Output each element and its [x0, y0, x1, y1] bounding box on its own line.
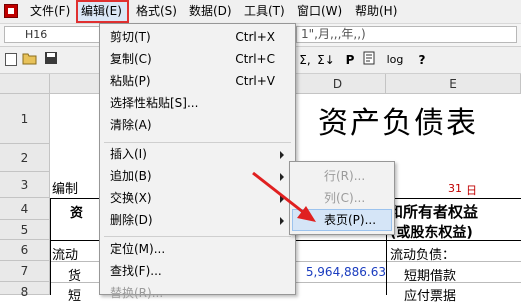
cell-r7-right: 短期借款: [404, 269, 457, 284]
submenu-item-sheet-page[interactable]: 表页(P)...: [292, 209, 392, 231]
submenu-item-column[interactable]: 列(C)...: [292, 187, 392, 209]
cell-r7-left: 货: [68, 269, 82, 284]
menu-item-replace[interactable]: 替换(R)...: [100, 282, 295, 304]
cell-r4-left: 资: [70, 206, 84, 221]
column-header-e[interactable]: E: [386, 74, 521, 94]
select-all-corner[interactable]: [0, 74, 50, 94]
row-header-7[interactable]: 7: [0, 261, 50, 282]
edit-menu-dropdown: 剪切(T) Ctrl+X 复制(C) Ctrl+C 粘贴(P) Ctrl+V 选…: [99, 23, 296, 300]
submenu-item-row[interactable]: 行(R)...: [292, 165, 392, 187]
cell-r6-left: 流动: [52, 248, 79, 263]
save-icon[interactable]: [43, 51, 59, 69]
menu-item-copy[interactable]: 复制(C) Ctrl+C: [100, 48, 295, 70]
menu-separator: [104, 236, 291, 237]
row-header-3[interactable]: 3: [0, 172, 50, 198]
submenu-arrow-icon: [280, 195, 284, 203]
menu-item-cut[interactable]: 剪切(T) Ctrl+X: [100, 26, 295, 48]
table-column-rule: [50, 198, 51, 295]
report-title: 资产负债表: [318, 106, 478, 141]
column-header-d[interactable]: D: [290, 74, 386, 94]
new-file-icon[interactable]: [5, 53, 17, 66]
menu-item-delete[interactable]: 删除(D): [100, 209, 295, 231]
cell-r3-left: 编制: [52, 182, 79, 197]
help-pointer-icon[interactable]: ?: [414, 51, 430, 69]
log-icon[interactable]: log: [384, 51, 406, 69]
menu-item-swap[interactable]: 交换(X): [100, 187, 295, 209]
menu-item-clear[interactable]: 清除(A): [100, 114, 295, 136]
page-setup-icon[interactable]: [362, 51, 376, 69]
cell-reference-box[interactable]: H16: [4, 26, 102, 43]
menu-edit[interactable]: 编辑(E): [76, 0, 129, 23]
cell-r4-right: 和所有者权益: [388, 203, 479, 221]
append-submenu: 行(R)... 列(C)... 表页(P)...: [289, 161, 395, 235]
row-header-1[interactable]: 1: [0, 94, 50, 144]
menu-item-insert[interactable]: 插入(I): [100, 143, 295, 165]
menu-item-paste[interactable]: 粘贴(P) Ctrl+V: [100, 70, 295, 92]
sum-down-icon[interactable]: Σ↓: [316, 51, 336, 69]
submenu-arrow-icon: [280, 151, 284, 159]
menu-help[interactable]: 帮助(H): [352, 0, 400, 23]
row-header-6[interactable]: 6: [0, 240, 50, 261]
row-header-8[interactable]: 8: [0, 282, 50, 299]
submenu-arrow-icon: [280, 217, 284, 225]
menu-tools[interactable]: 工具(T): [241, 0, 288, 23]
open-folder-icon[interactable]: [22, 51, 38, 69]
menu-window[interactable]: 窗口(W): [294, 0, 345, 23]
app-logo-icon: [4, 4, 18, 18]
cell-r3-date-char: 日: [466, 184, 477, 197]
cell-r3-date-num: 31: [448, 182, 462, 195]
menu-item-paste-special[interactable]: 选择性粘贴[S]...: [100, 92, 295, 114]
menu-file[interactable]: 文件(F): [27, 0, 73, 23]
row-header-4[interactable]: 4: [0, 198, 50, 220]
cell-r6-right: 流动负债：: [390, 248, 456, 263]
cell-r7-value: 5,964,886.63: [305, 265, 386, 279]
row-header-5[interactable]: 5: [0, 220, 50, 240]
row-header-2[interactable]: 2: [0, 144, 50, 172]
menu-bar: 文件(F) 编辑(E) 格式(S) 数据(D) 工具(T) 窗口(W) 帮助(H…: [0, 0, 521, 24]
menu-item-goto[interactable]: 定位(M)...: [100, 238, 295, 260]
menu-item-append[interactable]: 追加(B): [100, 165, 295, 187]
submenu-arrow-icon: [280, 173, 284, 181]
menu-format[interactable]: 格式(S): [133, 0, 180, 23]
cell-r5-right: (或股东权益): [390, 225, 473, 241]
formula-input[interactable]: 1",月,,,年,,): [296, 26, 517, 43]
menu-item-find[interactable]: 查找(F)...: [100, 260, 295, 282]
menu-data[interactable]: 数据(D): [186, 0, 235, 23]
print-preview-icon[interactable]: P: [343, 51, 357, 69]
sum-icon[interactable]: Σ,: [296, 51, 314, 69]
